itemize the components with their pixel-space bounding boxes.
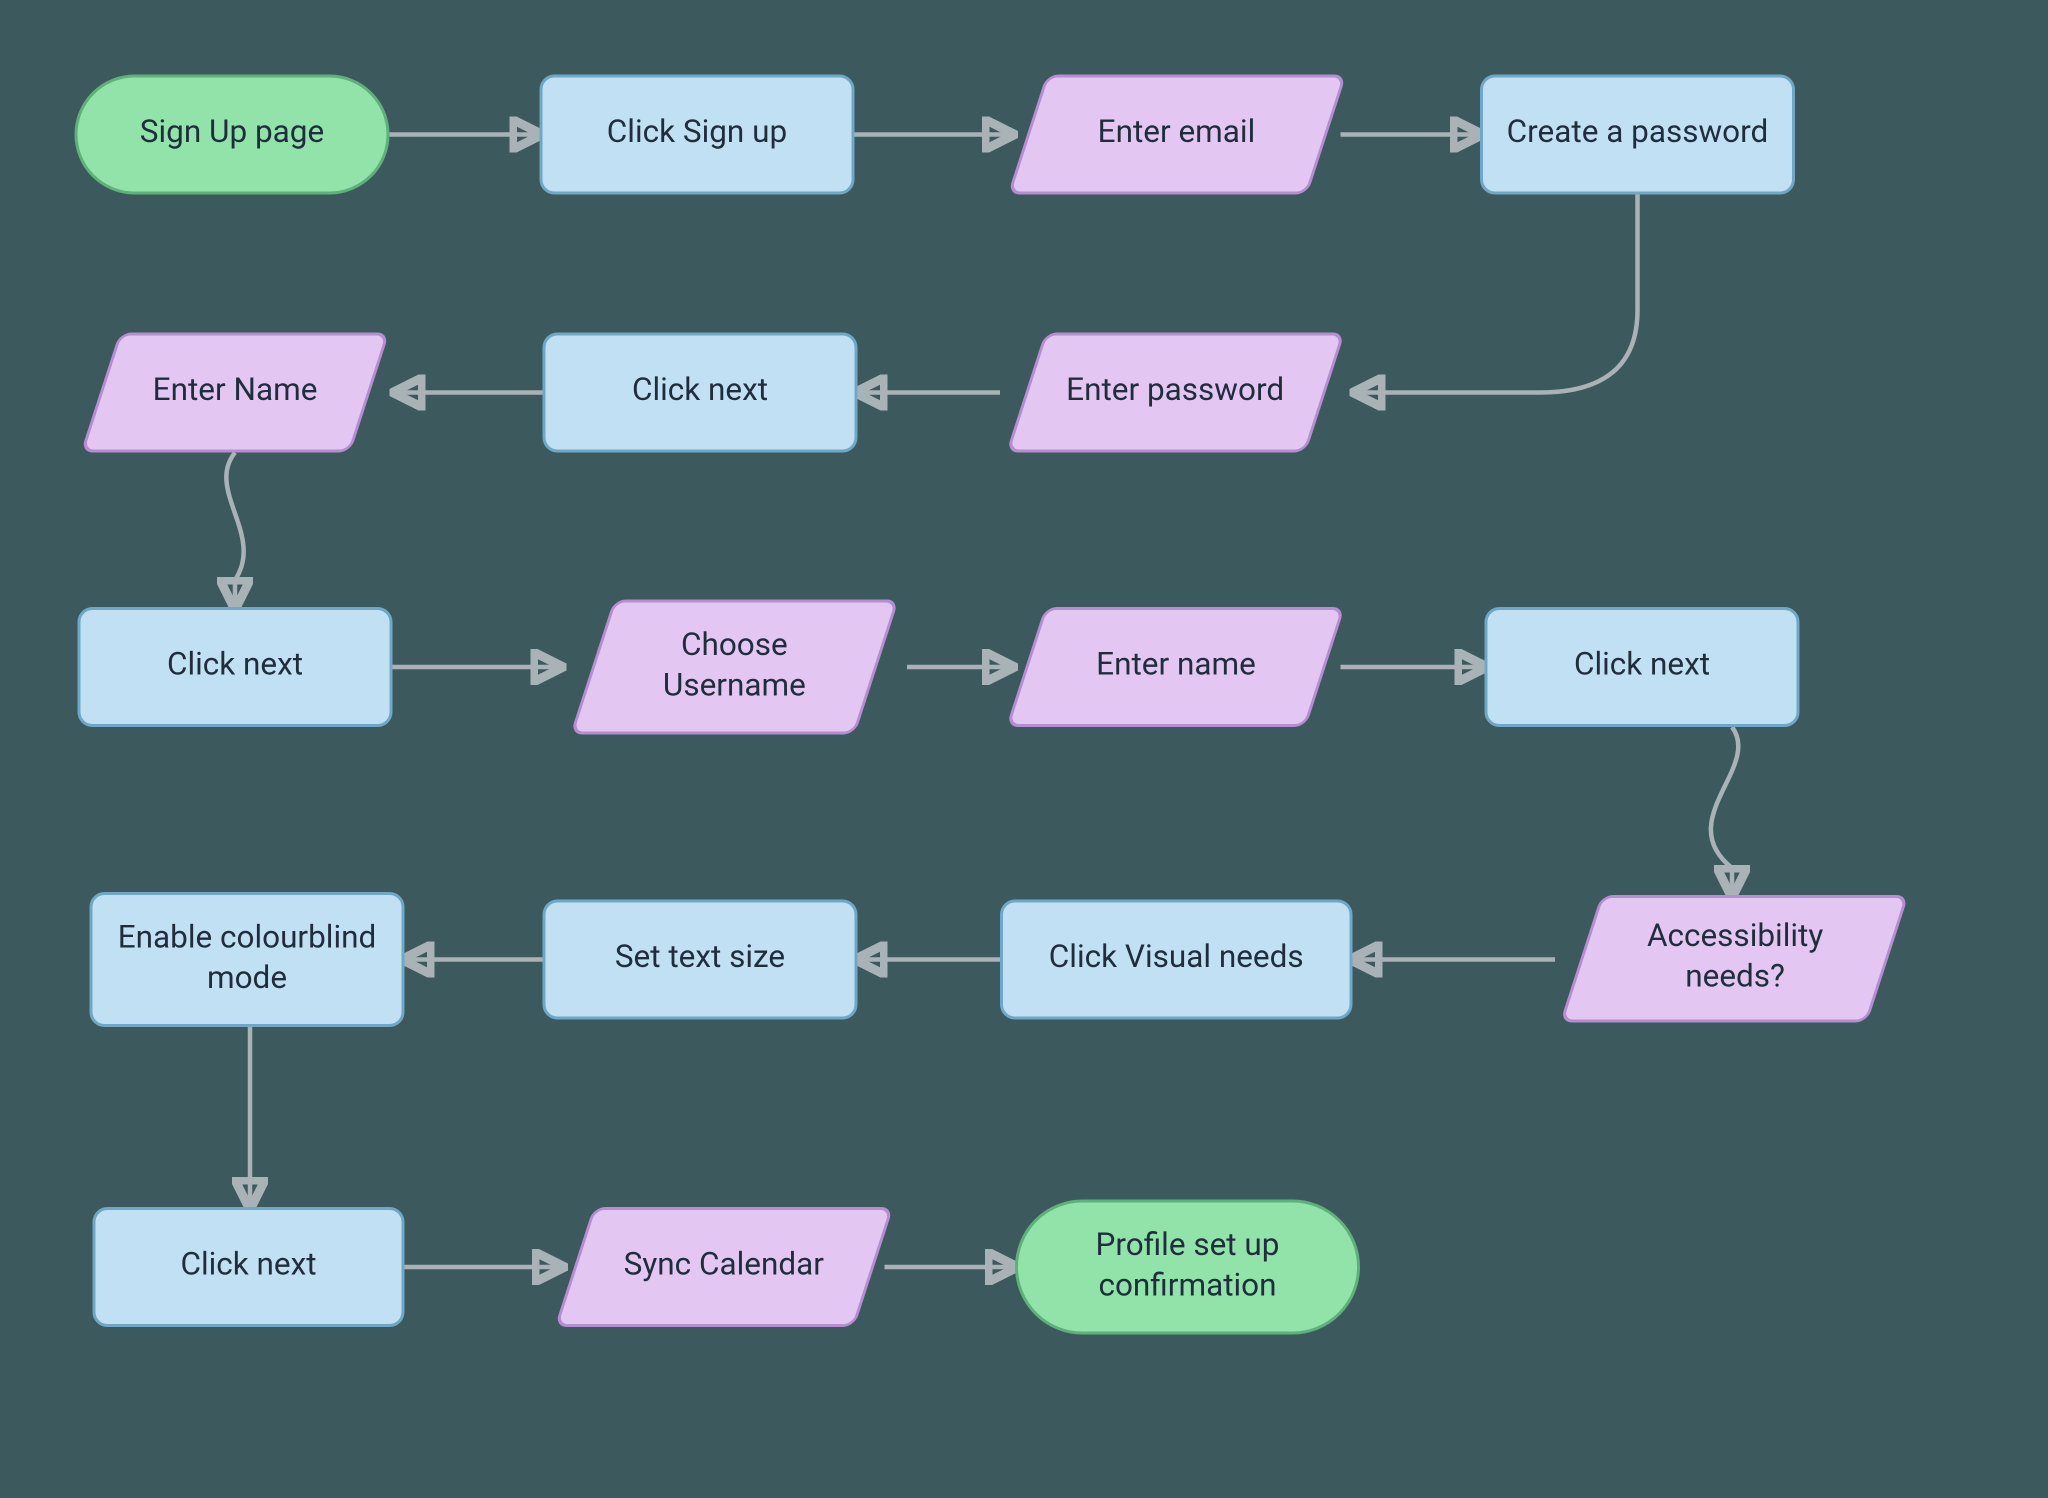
edge-n7-n8 [226, 453, 243, 608]
node-label: Enter password [1067, 372, 1285, 413]
node-click-next-4[interactable]: Click next [93, 1207, 405, 1327]
node-click-next-3[interactable]: Click next [1485, 607, 1800, 727]
node-click-visual-needs[interactable]: Click Visual needs [1000, 900, 1353, 1020]
node-enter-name-2[interactable]: Enter name [1006, 607, 1345, 727]
node-label: Click next [632, 372, 768, 413]
node-label: Click next [180, 1247, 316, 1288]
node-sign-up-page[interactable]: Sign Up page [75, 75, 390, 195]
node-label: Click next [1574, 647, 1710, 688]
node-click-next-2[interactable]: Click next [78, 607, 393, 727]
node-enable-colourblind-mode[interactable]: Enable colourblind mode [90, 892, 405, 1027]
node-label: Click Sign up [607, 114, 787, 155]
node-label: Click Visual needs [1049, 939, 1304, 980]
node-label: Set text size [615, 939, 785, 980]
flowchart-canvas: Sign Up page Click Sign up Enter email C… [40, 40, 1990, 1480]
node-enter-name-1[interactable]: Enter Name [81, 333, 390, 453]
node-label: Enable colourblind mode [105, 919, 390, 1001]
node-accessibility-needs[interactable]: Accessibility needs? [1560, 895, 1909, 1023]
edge-n11-n12 [1711, 727, 1738, 895]
node-label: Sync Calendar [624, 1247, 824, 1288]
node-click-sign-up[interactable]: Click Sign up [540, 75, 855, 195]
edge-n4-n5 [1356, 195, 1638, 393]
node-label: Enter email [1098, 114, 1256, 155]
node-enter-email[interactable]: Enter email [1008, 75, 1347, 195]
node-sync-calendar[interactable]: Sync Calendar [555, 1207, 894, 1327]
node-set-text-size[interactable]: Set text size [543, 900, 858, 1020]
node-label: Create a password [1507, 114, 1769, 155]
node-label: Enter Name [153, 372, 318, 413]
node-label: Sign Up page [140, 114, 324, 155]
node-label: Click next [167, 647, 303, 688]
node-label: Accessibility needs? [1614, 918, 1854, 1000]
node-label: Enter name [1096, 647, 1256, 688]
node-label: Choose Username [615, 626, 855, 708]
node-label: Profile set up confirmation [1030, 1226, 1345, 1308]
node-enter-password[interactable]: Enter password [1006, 333, 1345, 453]
node-click-next-1[interactable]: Click next [543, 333, 858, 453]
node-choose-username[interactable]: Choose Username [570, 600, 899, 735]
node-profile-confirmation[interactable]: Profile set up confirmation [1015, 1200, 1360, 1335]
node-create-password[interactable]: Create a password [1480, 75, 1795, 195]
